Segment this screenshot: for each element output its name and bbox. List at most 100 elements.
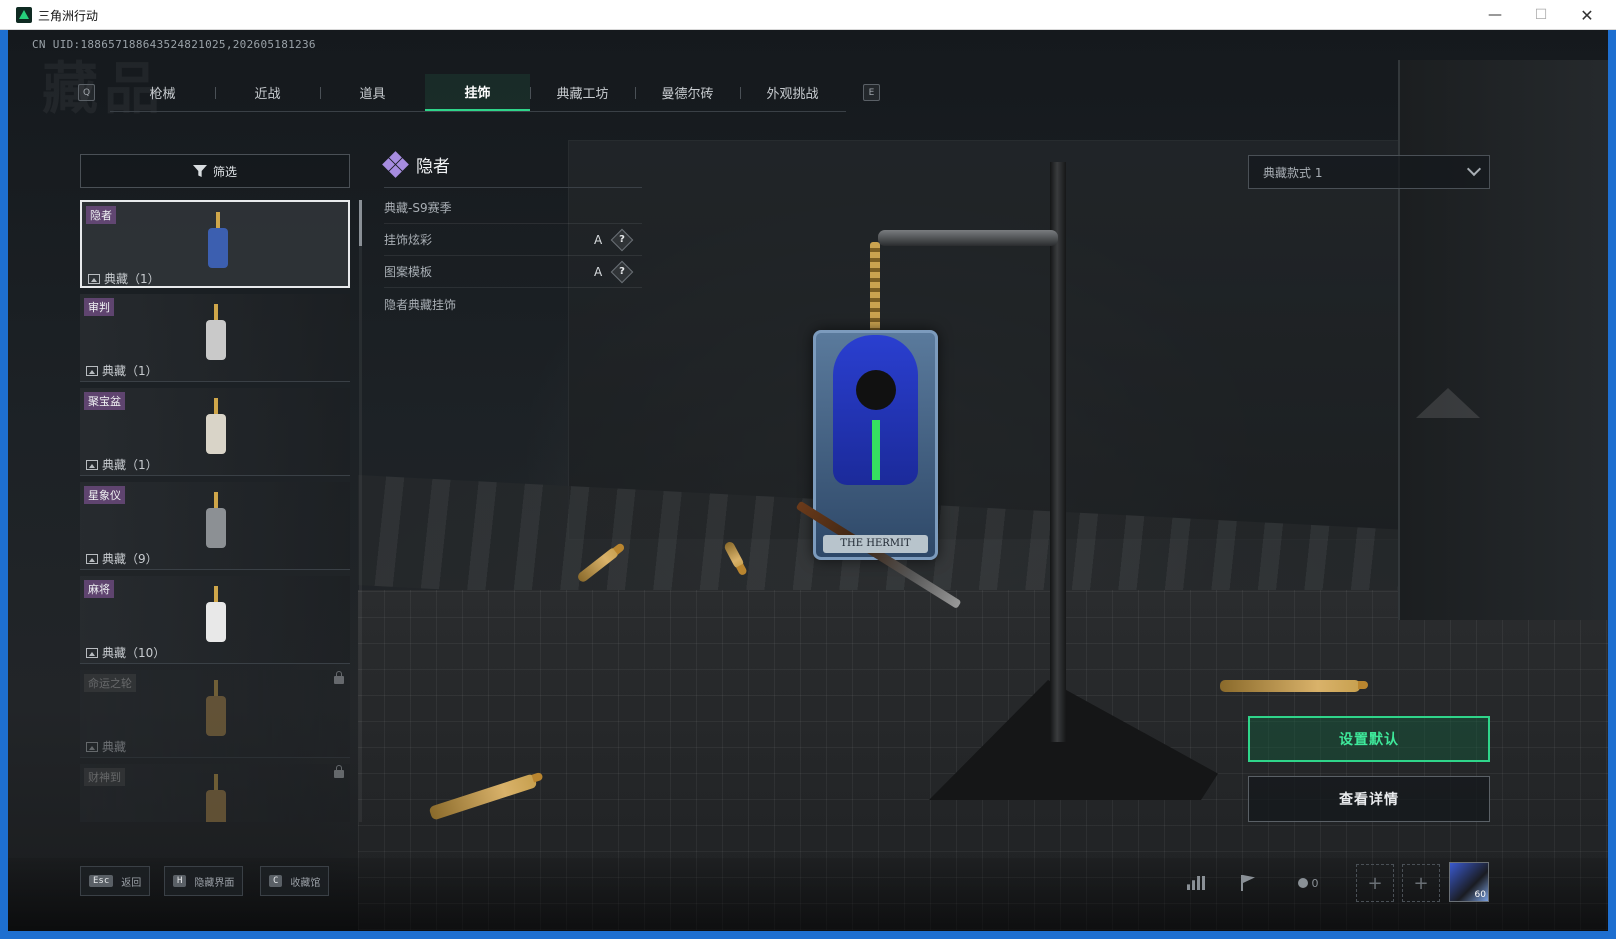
bullet-decoration bbox=[1220, 680, 1368, 692]
tab-2[interactable]: 道具 bbox=[320, 74, 425, 111]
list-item-name: 聚宝盆 bbox=[84, 392, 125, 410]
list-item-count: 典藏（1） bbox=[88, 270, 160, 287]
filter-button[interactable]: 筛选 bbox=[80, 154, 350, 188]
style-select-value: 典藏款式 1 bbox=[1263, 165, 1323, 180]
friend-count: 0 bbox=[1311, 876, 1319, 890]
mark-button[interactable] bbox=[1228, 866, 1268, 900]
list-item[interactable]: 审判典藏（1） bbox=[80, 294, 350, 382]
add-teammate-slot[interactable]: + bbox=[1356, 864, 1394, 902]
background-crate bbox=[568, 140, 1408, 540]
case-arrow-icon bbox=[1416, 388, 1480, 418]
minimize-button[interactable]: — bbox=[1472, 0, 1518, 30]
friends-indicator: 0 bbox=[1297, 876, 1319, 890]
attribute-label: 挂饰炫彩 bbox=[384, 233, 433, 247]
style-select-dropdown[interactable]: 典藏款式 1 bbox=[1248, 155, 1490, 189]
tab-1[interactable]: 近战 bbox=[215, 74, 320, 111]
help-icon[interactable]: ? bbox=[610, 260, 634, 283]
tab-6[interactable]: 外观挑战 bbox=[740, 74, 845, 111]
list-item-name: 麻将 bbox=[84, 580, 114, 598]
category-tabs: 枪械 近战 道具 挂饰 典藏工坊 曼德尔砖 外观挑战 bbox=[110, 74, 846, 112]
chevron-down-icon bbox=[1466, 161, 1482, 177]
gallery-icon bbox=[86, 553, 98, 564]
window-titlebar: 三角洲行动 — ☐ ✕ bbox=[0, 0, 1616, 30]
charm-thumbnail bbox=[202, 680, 230, 744]
list-item-name: 星象仪 bbox=[84, 486, 125, 504]
list-item-count-text: 典藏（10） bbox=[102, 646, 166, 660]
detail-divider bbox=[384, 187, 642, 188]
list-item[interactable]: 星象仪典藏（9） bbox=[80, 482, 350, 570]
tab-5[interactable]: 曼德尔砖 bbox=[635, 74, 740, 111]
list-item[interactable]: 命运之轮 典藏 bbox=[80, 670, 350, 758]
gallery-icon bbox=[86, 459, 98, 470]
list-scrollbar[interactable] bbox=[359, 200, 362, 822]
charm-thumbnail bbox=[202, 774, 230, 822]
prev-tab-key-hint[interactable]: Q bbox=[78, 84, 95, 101]
charm-thumbnail bbox=[202, 492, 230, 556]
friends-button[interactable]: 0 bbox=[1284, 866, 1332, 900]
list-item-count: 典藏（1） bbox=[86, 456, 158, 473]
charm-thumbnail bbox=[202, 304, 230, 368]
list-item-count: 典藏 bbox=[86, 738, 126, 755]
detail-attribute-row: 挂饰炫彩 A? bbox=[384, 224, 642, 256]
window-title: 三角洲行动 bbox=[38, 9, 99, 23]
set-default-button[interactable]: 设置默认 bbox=[1248, 716, 1490, 762]
charm-mask bbox=[856, 370, 896, 410]
friend-icon bbox=[1297, 878, 1308, 888]
close-button[interactable]: ✕ bbox=[1564, 0, 1610, 30]
game-viewport: THE HERMIT 藏品 CN UID:1886571886435248210… bbox=[8, 30, 1608, 931]
gallery-icon bbox=[86, 365, 98, 376]
hint-button-1[interactable]: H 隐藏界面 bbox=[164, 866, 244, 896]
list-item-count: 典藏（1） bbox=[86, 362, 158, 379]
filter-label: 筛选 bbox=[212, 164, 237, 179]
detail-header: 隐者 bbox=[382, 150, 450, 178]
next-tab-key-hint[interactable]: E bbox=[863, 84, 880, 101]
charm-caption: THE HERMIT bbox=[823, 535, 928, 553]
flag-icon bbox=[1241, 875, 1255, 891]
tab-0[interactable]: 枪械 bbox=[110, 74, 215, 111]
charm-thumbnail bbox=[204, 212, 232, 276]
detail-attribute-row: 图案模板 A? bbox=[384, 256, 642, 288]
list-item[interactable]: 聚宝盆典藏（1） bbox=[80, 388, 350, 476]
attribute-grade: A bbox=[594, 232, 603, 247]
tab-4[interactable]: 典藏工坊 bbox=[530, 74, 635, 111]
charm-stand-pole bbox=[1050, 162, 1066, 742]
description-text: 隐者典藏挂饰 bbox=[384, 297, 457, 312]
charm-stand-arm bbox=[878, 230, 1058, 246]
charm-chain bbox=[870, 242, 880, 332]
hint-key: C bbox=[269, 875, 283, 887]
list-item-count: 典藏（9） bbox=[86, 550, 158, 567]
hint-key: Esc bbox=[89, 875, 114, 887]
hint-button-0[interactable]: Esc 返回 bbox=[80, 866, 151, 896]
lock-icon bbox=[334, 671, 344, 684]
attribute-grade: A bbox=[594, 264, 603, 279]
lock-icon bbox=[334, 765, 344, 778]
list-scrollbar-thumb[interactable] bbox=[359, 200, 362, 246]
hint-label: 返回 bbox=[121, 877, 142, 889]
rarity-diamond-icon bbox=[382, 150, 409, 178]
tab-3[interactable]: 挂饰 bbox=[425, 74, 530, 111]
bar-chart-icon bbox=[1187, 876, 1205, 890]
charm-thumbnail bbox=[202, 586, 230, 650]
list-item[interactable]: 财神到 bbox=[80, 764, 350, 822]
add-teammate-slot[interactable]: + bbox=[1402, 864, 1440, 902]
view-details-button[interactable]: 查看详情 bbox=[1248, 776, 1490, 822]
hint-key: H bbox=[173, 875, 187, 887]
attribute-label: 图案模板 bbox=[384, 265, 433, 279]
detail-description: 隐者典藏挂饰 bbox=[384, 288, 642, 320]
list-item[interactable]: 麻将典藏（10） bbox=[80, 576, 350, 664]
list-item-name: 审判 bbox=[84, 298, 114, 316]
hint-label: 隐藏界面 bbox=[194, 877, 235, 889]
maximize-button[interactable]: ☐ bbox=[1518, 0, 1564, 30]
help-icon[interactable]: ? bbox=[610, 228, 634, 251]
list-item-count-text: 典藏（1） bbox=[102, 364, 158, 378]
list-item-name: 财神到 bbox=[84, 768, 125, 786]
charm-thumbnail bbox=[202, 398, 230, 462]
charm-zipper bbox=[872, 420, 880, 480]
list-item-count-text: 典藏（1） bbox=[104, 272, 160, 286]
charm-list: 隐者 典藏（1） 审判 典藏（1） 聚宝盆 典藏（1） 星象仪 典藏（9） 麻将 典藏（10） 命运… bbox=[80, 200, 350, 822]
hint-button-2[interactable]: C 收藏馆 bbox=[260, 866, 330, 896]
player-avatar[interactable]: 60 bbox=[1449, 862, 1489, 902]
stats-button[interactable] bbox=[1176, 866, 1216, 900]
list-item[interactable]: 隐者 典藏（1） bbox=[80, 200, 350, 288]
season-label: 典藏-S9赛季 bbox=[384, 201, 452, 215]
